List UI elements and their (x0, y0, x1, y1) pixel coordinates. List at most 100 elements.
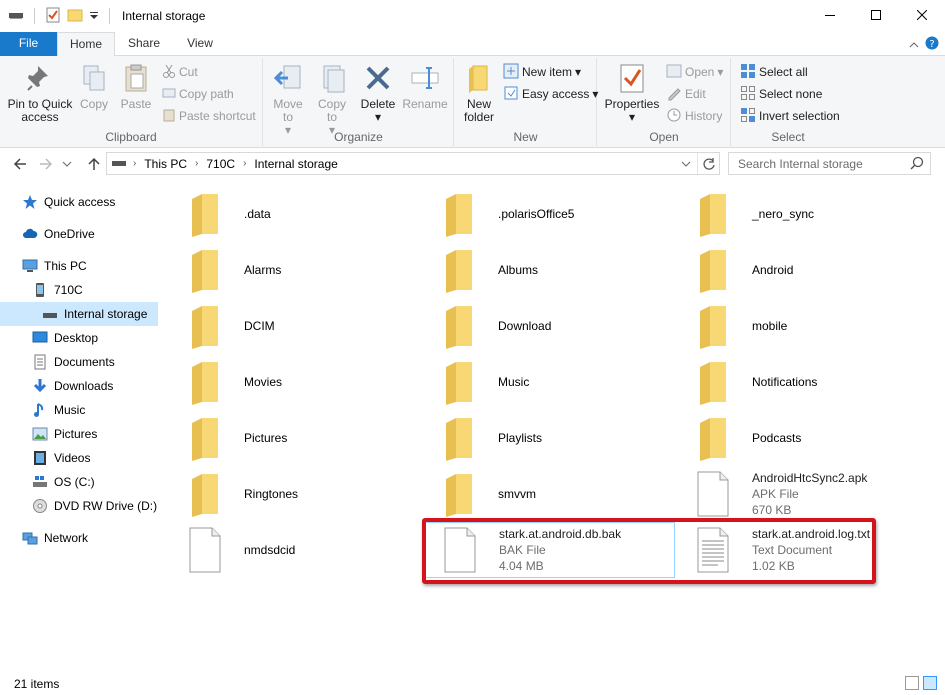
folder-item[interactable]: Podcasts (688, 410, 938, 466)
select-all-button[interactable]: Select all (740, 62, 808, 82)
star-icon (22, 194, 38, 210)
file-item[interactable]: AndroidHtcSync2.apk APK File 670 KB (688, 466, 938, 522)
easy-access-button[interactable]: Easy access ▾ (503, 84, 598, 104)
copy-to-label: Copy to (317, 97, 346, 124)
copy-path-label: Copy path (179, 87, 234, 101)
nav-item[interactable]: Pictures (0, 422, 158, 446)
help-icon[interactable]: ? (925, 36, 939, 53)
copy-to-button[interactable]: Copy to ▾ (312, 62, 352, 137)
move-to-button[interactable]: Move to ▾ (268, 62, 308, 137)
pin-label: Pin to Quick access (7, 97, 73, 124)
history-button[interactable]: History (666, 106, 722, 126)
folder-item[interactable]: _nero_sync (688, 186, 938, 242)
up-button[interactable] (84, 154, 104, 174)
folder-item[interactable]: Movies (180, 354, 430, 410)
nav-item[interactable]: Internal storage (0, 302, 158, 326)
nav-item[interactable]: This PC (0, 254, 158, 278)
documents-icon (32, 354, 48, 370)
nav-item[interactable]: Videos (0, 446, 158, 470)
tab-share[interactable]: Share (118, 32, 170, 56)
folder-item[interactable]: .data (180, 186, 430, 242)
easy-access-label: Easy access (522, 87, 590, 101)
copy-button[interactable]: Copy (76, 62, 112, 111)
paste-shortcut-button[interactable]: Paste shortcut (162, 106, 256, 126)
folder-name: _nero_sync (752, 207, 815, 221)
properties-button[interactable]: Properties ▾ (602, 62, 662, 124)
tab-view[interactable]: View (174, 32, 226, 56)
folder-item[interactable]: mobile (688, 298, 938, 354)
paste-button[interactable]: Paste (116, 62, 156, 111)
folder-item[interactable]: Music (434, 354, 684, 410)
forward-button[interactable] (36, 154, 56, 174)
rename-button[interactable]: Rename (402, 62, 448, 111)
breadcrumb-internal-storage[interactable]: Internal storage (254, 157, 337, 171)
refresh-button[interactable] (697, 153, 719, 174)
rename-icon (409, 62, 441, 94)
new-folder-button[interactable]: New folder (457, 62, 501, 124)
nav-item[interactable]: Quick access (0, 190, 158, 214)
chevron-down-icon[interactable] (89, 7, 99, 26)
nav-item[interactable]: DVD RW Drive (D:) T (0, 494, 158, 518)
nav-item[interactable]: Documents (0, 350, 158, 374)
move-to-label: Move to (273, 97, 303, 124)
nav-item-label: Internal storage (64, 307, 148, 321)
folder-item[interactable]: Notifications (688, 354, 938, 410)
svg-text:?: ? (929, 39, 934, 50)
chevron-down-icon: ▾ (628, 110, 636, 124)
nav-item[interactable]: Music (0, 398, 158, 422)
tab-home[interactable]: Home (57, 32, 115, 57)
maximize-button[interactable] (853, 0, 899, 30)
folder-item[interactable]: DCIM (180, 298, 430, 354)
details-view-button[interactable] (905, 676, 919, 690)
close-button[interactable] (899, 0, 945, 30)
folder-item[interactable]: Ringtones (180, 466, 430, 522)
music-icon (32, 402, 48, 418)
folder-item[interactable]: Android (688, 242, 938, 298)
breadcrumb-this-pc[interactable]: This PC (144, 157, 187, 171)
tab-file[interactable]: File (0, 32, 57, 56)
folder-name: Playlists (498, 431, 543, 445)
address-dropdown-button[interactable] (675, 153, 697, 174)
minimize-button[interactable] (807, 0, 853, 30)
search-input[interactable]: Search Internal storage (728, 152, 931, 175)
back-button[interactable] (10, 154, 30, 174)
breadcrumb: › This PC › 710C › Internal storage (133, 157, 338, 171)
nav-item-label: Documents (54, 355, 115, 369)
nav-item[interactable]: Desktop (0, 326, 158, 350)
properties-icon (616, 62, 648, 94)
chevron-down-icon: ▾ (575, 65, 582, 79)
file-item[interactable]: nmdsdcid (180, 522, 430, 578)
select-group-label: Select (771, 130, 805, 144)
nav-item[interactable]: OS (C:) (0, 470, 158, 494)
new-item-button[interactable]: New item ▾ (503, 62, 581, 82)
nav-item[interactable]: Network (0, 526, 158, 550)
tiles-view-button[interactable] (923, 676, 937, 690)
delete-button[interactable]: Delete ▾ (358, 62, 398, 124)
cut-button[interactable]: Cut (162, 62, 198, 82)
recent-locations-button[interactable] (60, 154, 74, 174)
nav-item[interactable]: Downloads (0, 374, 158, 398)
breadcrumb-710c[interactable]: 710C (206, 157, 235, 171)
folder-item[interactable]: Download (434, 298, 684, 354)
invert-selection-icon (740, 107, 756, 126)
folder-item[interactable]: Playlists (434, 410, 684, 466)
select-none-button[interactable]: Select none (740, 84, 822, 104)
chevron-up-icon[interactable] (909, 38, 919, 52)
pin-to-quick-access-button[interactable]: Pin to Quick access (4, 62, 76, 124)
folder-item[interactable]: smvvm (434, 466, 684, 522)
properties-icon[interactable] (45, 7, 61, 26)
nav-item-label: Network (44, 531, 89, 545)
nav-item[interactable]: OneDrive (0, 222, 158, 246)
folder-item[interactable]: Alarms (180, 242, 430, 298)
nav-item[interactable]: 710C (0, 278, 158, 302)
edit-button[interactable]: Edit (666, 84, 706, 104)
folder-icon (688, 357, 738, 407)
open-button[interactable]: Open ▾ (666, 62, 723, 82)
address-bar[interactable]: › This PC › 710C › Internal storage (106, 152, 720, 175)
folder-item[interactable]: .polarisOffice5 (434, 186, 684, 242)
new-folder-icon[interactable] (67, 7, 83, 26)
copy-path-button[interactable]: Copy path (162, 84, 234, 104)
invert-selection-button[interactable]: Invert selection (740, 106, 840, 126)
folder-item[interactable]: Pictures (180, 410, 430, 466)
folder-item[interactable]: Albums (434, 242, 684, 298)
